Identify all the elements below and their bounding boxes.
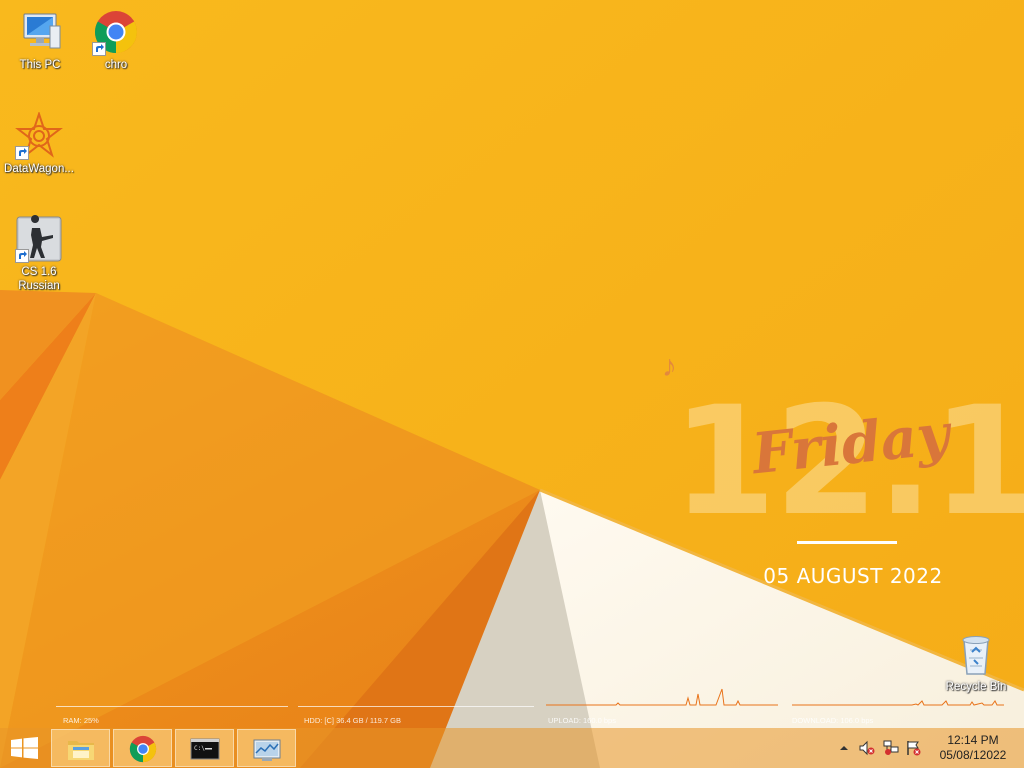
datawagon-icon (15, 112, 63, 160)
desktop-icon-label: CS 1.6 Russian (18, 266, 60, 292)
shortcut-arrow-icon (92, 42, 106, 56)
taskbar-chrome[interactable] (113, 729, 172, 767)
chrome-icon (129, 735, 157, 763)
upload-label: UPLOAD: 160.0 bps (548, 716, 616, 725)
chrome-icon (92, 8, 140, 56)
desktop-icon-label: DataWagon... (4, 163, 74, 175)
start-button[interactable] (0, 728, 48, 768)
download-graph (792, 684, 1004, 708)
desktop-icon-chrome[interactable]: chro (78, 8, 154, 72)
taskbar-file-explorer[interactable] (51, 729, 110, 767)
taskbar: C:\ 12:14 PM 05/08/12022 (0, 728, 1024, 768)
desktop-wallpaper (0, 0, 1024, 768)
desktop-icon-datawagon[interactable]: DataWagon... (1, 112, 77, 176)
taskbar-clock[interactable]: 12:14 PM 05/08/12022 (930, 733, 1016, 763)
ram-bar (56, 706, 288, 707)
taskbar-command-prompt[interactable]: C:\ (175, 729, 234, 767)
folder-icon (68, 741, 94, 760)
volume-muted-icon[interactable] (859, 740, 875, 756)
taskbar-time: 12:14 PM (947, 733, 999, 747)
clock-widget-divider (797, 541, 897, 544)
download-label: DOWNLOAD: 106.0 bps (792, 716, 874, 725)
taskbar-resource-monitor[interactable] (237, 729, 296, 767)
taskbar-date: 05/08/12022 (939, 748, 1007, 762)
hdd-stat: HDD: [C] 36.4 GB / 119.7 GB (298, 706, 534, 728)
desktop-icon-label: chro (104, 59, 128, 71)
desktop-icon-cs16[interactable]: CS 1.6 Russian (1, 215, 77, 293)
network-icon[interactable] (883, 740, 899, 756)
cmd-icon: C:\ (190, 738, 220, 760)
music-note-icon[interactable]: ♪ (662, 350, 677, 384)
svg-text:C:\: C:\ (194, 745, 205, 752)
computer-icon (16, 8, 64, 56)
cs-icon (15, 215, 63, 263)
ram-label: RAM: 25% (63, 716, 99, 725)
windows-logo-icon (11, 737, 38, 759)
download-stat: DOWNLOAD: 106.0 bps (792, 706, 1004, 728)
hdd-bar (298, 706, 534, 707)
shortcut-arrow-icon (15, 249, 29, 263)
desktop-icon-label: This PC (19, 59, 61, 71)
chevron-up-icon[interactable] (836, 740, 852, 756)
ram-stat: RAM: 25% (56, 706, 288, 728)
shortcut-arrow-icon (15, 146, 29, 160)
recycle-bin-icon (952, 630, 1000, 678)
upload-graph (546, 684, 778, 708)
monitor-icon (253, 739, 281, 761)
desktop-icon-this-pc[interactable]: This PC (2, 8, 78, 72)
hdd-label: HDD: [C] 36.4 GB / 119.7 GB (304, 716, 401, 725)
clock-widget-date: 05 AUGUST 2022 (763, 564, 943, 588)
flag-icon[interactable] (906, 740, 922, 756)
upload-stat: UPLOAD: 160.0 bps (546, 706, 778, 728)
